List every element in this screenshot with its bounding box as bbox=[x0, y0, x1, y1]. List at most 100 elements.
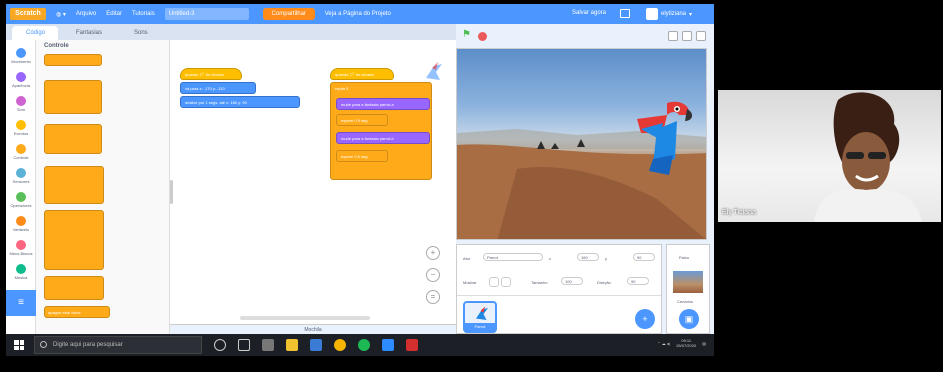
small-stage-icon[interactable] bbox=[668, 31, 678, 41]
wait-block[interactable] bbox=[44, 54, 102, 66]
sprite-label: Ator bbox=[463, 256, 471, 261]
share-button[interactable]: Compartilhar bbox=[262, 8, 315, 20]
add-sprite-icon[interactable]: + bbox=[635, 309, 655, 329]
category-controle[interactable]: Controle bbox=[6, 144, 36, 160]
category-som[interactable]: Som bbox=[6, 96, 36, 112]
y-input[interactable]: 90 bbox=[633, 253, 655, 261]
when-flag-clicked-block-2[interactable]: quando 🏳 for clicado bbox=[330, 68, 394, 80]
category-meus-blocos[interactable]: Meus Blocos bbox=[6, 240, 36, 256]
my-stuff-folder-icon[interactable] bbox=[620, 9, 630, 18]
language-menu[interactable]: ◍ ▾ bbox=[56, 11, 66, 18]
category-label: Variáveis bbox=[12, 227, 30, 232]
mail-icon[interactable] bbox=[310, 339, 322, 351]
block-categories: Movimento Aparência Som Eventos Controle Sens… bbox=[6, 40, 36, 334]
stage-selector-pane[interactable]: Palco Cenários ▣ bbox=[666, 244, 710, 334]
switch-costume-block-2[interactable]: mude para a fantasia parrot-b bbox=[336, 132, 430, 144]
direction-input[interactable]: 90 bbox=[627, 277, 649, 285]
tutorials-menu[interactable]: Tutoriais bbox=[132, 11, 155, 17]
file-explorer-icon[interactable] bbox=[286, 339, 298, 351]
stage-canvas[interactable] bbox=[456, 48, 707, 240]
code-workspace[interactable]: quando 🏳 for clicado vá para x: -170 y: … bbox=[170, 40, 456, 324]
project-title-input[interactable]: Untitled-3 bbox=[164, 8, 249, 20]
category-m-sica[interactable]: Música bbox=[6, 264, 36, 280]
windows-taskbar: Digite aqui para pesquisar ⌃ ☁ ◂) 09:11 … bbox=[6, 334, 714, 356]
switch-costume-block[interactable]: mude para a fantasia parrot-a bbox=[336, 98, 430, 110]
fullscreen-icon[interactable] bbox=[696, 31, 706, 41]
date: 28/07/2020 bbox=[676, 343, 697, 348]
add-backdrop-icon[interactable]: ▣ bbox=[679, 309, 699, 329]
size-input[interactable]: 100 bbox=[561, 277, 583, 285]
category-label: Controle bbox=[13, 155, 29, 160]
workspace-scrollbar[interactable] bbox=[240, 316, 370, 320]
zoom-app-icon[interactable] bbox=[382, 339, 394, 351]
file-menu[interactable]: Arquivo bbox=[76, 11, 96, 17]
cortana-icon[interactable] bbox=[214, 339, 226, 351]
repeat-block-script[interactable]: repita 5 bbox=[330, 82, 432, 180]
menu-bar: Scratch ◍ ▾ Arquivo Editar Tutoriais Unt… bbox=[6, 4, 714, 24]
category-dot-icon bbox=[16, 120, 26, 130]
scratch-logo[interactable]: Scratch bbox=[10, 8, 46, 20]
pdf-icon[interactable] bbox=[406, 339, 418, 351]
divider bbox=[457, 295, 661, 296]
category-operadores[interactable]: Operadores bbox=[6, 192, 36, 208]
stop-icon[interactable] bbox=[478, 32, 487, 41]
zoom-out-icon[interactable]: − bbox=[426, 268, 440, 282]
taskbar-search-input[interactable]: Digite aqui para pesquisar bbox=[34, 336, 202, 354]
tab-sounds[interactable]: Sons bbox=[120, 26, 164, 40]
sprite-tile-parrot[interactable]: Parrot bbox=[463, 301, 497, 333]
category-label: Meus Blocos bbox=[9, 251, 33, 256]
zoom-reset-icon[interactable]: = bbox=[426, 290, 440, 304]
glide-to-xy-block[interactable]: deslize por 1 segs. até x: 160 y: 90 bbox=[180, 96, 300, 108]
if-then-block[interactable] bbox=[44, 166, 104, 204]
repeat-block[interactable] bbox=[44, 80, 102, 114]
wait-block-script-2[interactable]: espere 0.5 seg bbox=[336, 150, 388, 162]
y-label: y bbox=[605, 256, 607, 261]
edit-menu[interactable]: Editar bbox=[106, 11, 122, 17]
search-icon bbox=[40, 341, 47, 348]
windows-start-icon[interactable] bbox=[14, 340, 24, 350]
if-then-else-block[interactable] bbox=[44, 210, 104, 270]
system-tray: ⌃ ☁ ◂) 09:11 28/07/2020 ▤ bbox=[657, 338, 706, 348]
sprite-name-input[interactable]: Parrot bbox=[483, 253, 543, 261]
chrome-icon[interactable] bbox=[334, 339, 346, 351]
tray-icons[interactable]: ⌃ ☁ ◂) bbox=[657, 341, 670, 346]
zoom-in-icon[interactable]: + bbox=[426, 246, 440, 260]
large-stage-icon[interactable] bbox=[682, 31, 692, 41]
category-vari-veis[interactable]: Variáveis bbox=[6, 216, 36, 232]
notifications-icon[interactable]: ▤ bbox=[702, 341, 706, 346]
task-view-icon[interactable] bbox=[238, 339, 250, 351]
tab-costumes[interactable]: Fantasias bbox=[62, 26, 116, 40]
parrot-sprite[interactable] bbox=[633, 99, 693, 177]
show-label: Mostrar bbox=[463, 280, 477, 285]
delete-clone-block[interactable]: apague este clone bbox=[44, 306, 110, 318]
app-icon[interactable] bbox=[262, 339, 274, 351]
user-menu[interactable]: elytiziana ▾ bbox=[646, 8, 692, 20]
category-eventos[interactable]: Eventos bbox=[6, 120, 36, 136]
forever-block[interactable] bbox=[44, 124, 102, 154]
clock[interactable]: 09:11 28/07/2020 bbox=[676, 338, 696, 348]
category-movimento[interactable]: Movimento bbox=[6, 48, 36, 64]
category-sensores[interactable]: Sensores bbox=[6, 168, 36, 184]
category-dot-icon bbox=[16, 168, 26, 178]
backpack-bar[interactable]: Mochila bbox=[170, 324, 456, 334]
hide-icon[interactable] bbox=[501, 277, 511, 287]
see-project-page-link[interactable]: Veja a Página do Projeto bbox=[325, 11, 391, 17]
backdrop-thumbnail[interactable] bbox=[673, 271, 703, 293]
when-flag-clicked-block[interactable]: quando 🏳 for clicado bbox=[180, 68, 242, 80]
spotify-icon[interactable] bbox=[358, 339, 370, 351]
tab-code[interactable]: Código bbox=[12, 26, 58, 40]
show-visible-icon[interactable] bbox=[489, 277, 499, 287]
green-flag-icon[interactable]: ⚑ bbox=[462, 29, 471, 40]
palette-category-title: Controle bbox=[44, 43, 69, 49]
save-now-link[interactable]: Salvar agora bbox=[572, 10, 606, 16]
x-input[interactable]: 160 bbox=[577, 253, 599, 261]
palette-scrollbar[interactable] bbox=[170, 180, 173, 204]
wait-until-block[interactable] bbox=[44, 276, 104, 300]
participant-video bbox=[814, 92, 922, 222]
add-extension-icon[interactable]: ≡ bbox=[6, 290, 36, 316]
go-to-xy-block[interactable]: vá para x: -170 y: -110 bbox=[180, 82, 256, 94]
chevron-down-icon: ▾ bbox=[689, 11, 693, 18]
category-apar-ncia[interactable]: Aparência bbox=[6, 72, 36, 88]
scratch-editor-window: Scratch ◍ ▾ Arquivo Editar Tutoriais Unt… bbox=[6, 4, 714, 334]
wait-block-script[interactable]: espere 0.5 seg bbox=[336, 114, 388, 126]
